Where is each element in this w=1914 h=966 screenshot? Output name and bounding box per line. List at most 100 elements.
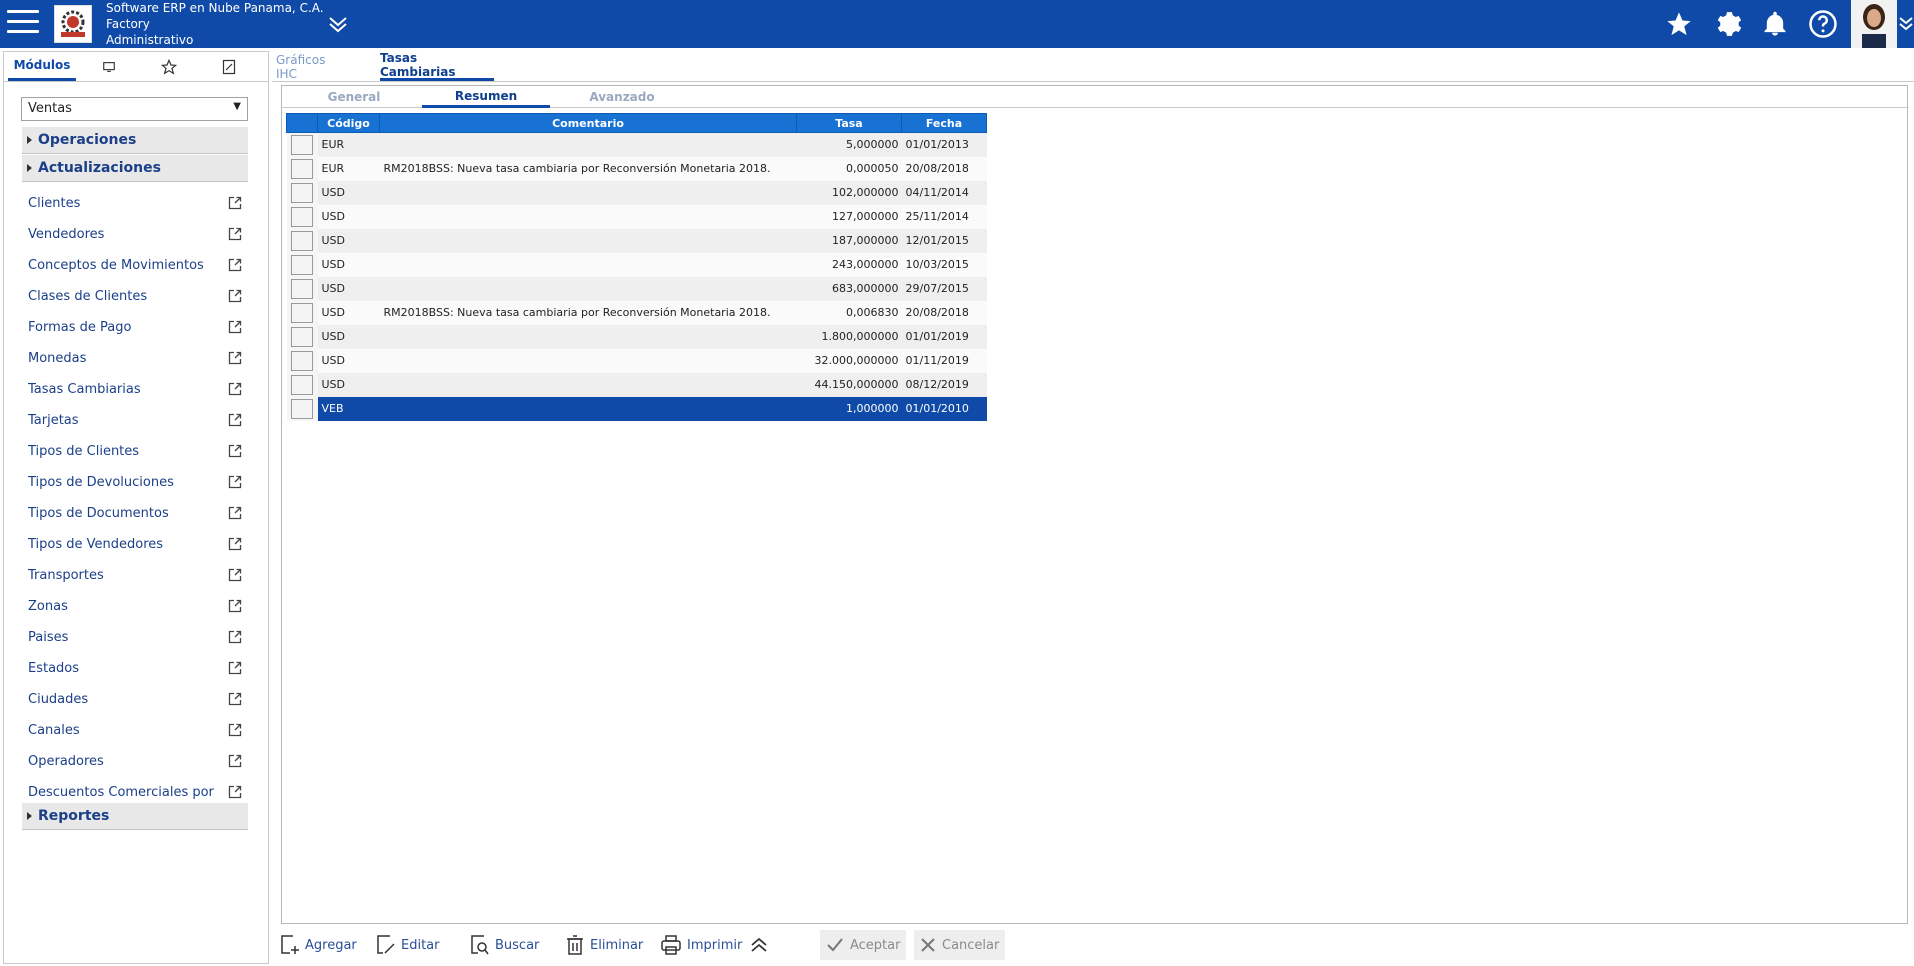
favorites-star-icon[interactable] [1663,8,1695,40]
sidebar-item[interactable]: Formas de Pago [28,316,248,338]
row-select-cell[interactable] [286,372,318,397]
sidebar-item[interactable]: Canales [28,719,248,741]
open-external-icon[interactable] [228,444,242,458]
subtab-general[interactable]: General [322,86,386,108]
sidebar-item[interactable]: Paises [28,626,248,648]
table-row[interactable]: USD 1.800,000000 01/01/2019 [286,324,987,349]
sidebar-item[interactable]: Tipos de Devoluciones [28,471,248,493]
row-checkbox[interactable] [291,398,313,419]
row-checkbox[interactable] [291,206,313,227]
row-checkbox[interactable] [291,302,313,323]
row-select-cell[interactable] [286,396,318,421]
sidebar-item[interactable]: Tipos de Vendedores [28,533,248,555]
open-external-icon[interactable] [228,196,242,210]
sidebar-item[interactable]: Transportes [28,564,248,586]
sidebar-item[interactable]: Tarjetas [28,409,248,431]
row-select-cell[interactable] [286,156,318,181]
open-external-icon[interactable] [228,537,242,551]
row-select-cell[interactable] [286,252,318,277]
sidebar-item[interactable]: Tipos de Documentos [28,502,248,524]
sidebar-item[interactable]: Conceptos de Movimientos [28,254,248,276]
subtab-avanzado[interactable]: Avanzado [582,86,662,108]
sidebar-item[interactable]: Tipos de Clientes [28,440,248,462]
expand-header-chevron-icon[interactable] [326,12,350,36]
column-header-codigo[interactable]: Código [317,113,380,133]
sidebar-item[interactable]: Clases de Clientes [28,285,248,307]
row-select-cell[interactable] [286,276,318,301]
tab-modulos[interactable]: Módulos [8,52,76,81]
table-row[interactable]: EUR 5,000000 01/01/2013 [286,132,987,157]
row-checkbox[interactable] [291,278,313,299]
row-select-cell[interactable] [286,300,318,325]
table-row[interactable]: USD 32.000,000000 01/11/2019 [286,348,987,373]
open-external-icon[interactable] [228,599,242,613]
sidebar-item[interactable]: Tasas Cambiarias [28,378,248,400]
sidebar-item[interactable]: Vendedores [28,223,248,245]
open-external-icon[interactable] [228,754,242,768]
tab-graficos-ihc[interactable]: Gráficos IHC [276,52,348,81]
sidebar-item[interactable]: Zonas [28,595,248,617]
row-checkbox[interactable] [291,158,313,179]
open-external-icon[interactable] [228,382,242,396]
settings-gear-icon[interactable] [1711,8,1743,40]
row-checkbox[interactable] [291,134,313,155]
help-question-icon[interactable] [1807,8,1839,40]
subtab-resumen[interactable]: Resumen [422,86,550,108]
open-external-icon[interactable] [228,413,242,427]
collapse-toolbar-chevron-icon[interactable] [749,930,775,960]
row-checkbox[interactable] [291,254,313,275]
group-reportes[interactable]: Reportes [22,803,248,830]
open-external-icon[interactable] [228,227,242,241]
sidebar-item[interactable]: Clientes [28,192,248,214]
tab-monitor[interactable] [94,52,124,81]
open-external-icon[interactable] [228,320,242,334]
group-actualizaciones[interactable]: Actualizaciones [22,155,248,182]
select-all-header[interactable] [286,113,318,133]
editar-button[interactable]: Editar [377,930,440,960]
row-checkbox[interactable] [291,350,313,371]
sidebar-item[interactable]: Ciudades [28,688,248,710]
open-external-icon[interactable] [228,785,242,799]
table-row[interactable]: EUR RM2018BSS: Nueva tasa cambiaria por R… [286,156,987,181]
hamburger-menu-icon[interactable] [7,10,39,38]
row-select-cell[interactable] [286,132,318,157]
row-checkbox[interactable] [291,182,313,203]
tab-tasas-cambiarias[interactable]: Tasas Cambiarias [380,51,494,81]
open-external-icon[interactable] [228,568,242,582]
table-row[interactable]: USD 102,000000 04/11/2014 [286,180,987,205]
column-header-comentario[interactable]: Comentario [379,113,797,133]
row-checkbox[interactable] [291,374,313,395]
open-external-icon[interactable] [228,258,242,272]
row-select-cell[interactable] [286,324,318,349]
table-row[interactable]: VEB 1,000000 01/01/2010 [286,396,987,421]
open-external-icon[interactable] [228,351,242,365]
agregar-button[interactable]: Agregar [281,930,357,960]
sidebar-item[interactable]: Estados [28,657,248,679]
table-row[interactable]: USD 243,000000 10/03/2015 [286,252,987,277]
open-external-icon[interactable] [228,506,242,520]
column-header-tasa[interactable]: Tasa [796,113,902,133]
open-external-icon[interactable] [228,630,242,644]
user-avatar[interactable] [1851,0,1897,48]
table-row[interactable]: USD RM2018BSS: Nueva tasa cambiaria por R… [286,300,987,325]
eliminar-button[interactable]: Eliminar [566,930,643,960]
notifications-bell-icon[interactable] [1759,8,1791,40]
open-external-icon[interactable] [228,289,242,303]
table-row[interactable]: USD 127,000000 25/11/2014 [286,204,987,229]
buscar-button[interactable]: Buscar [471,930,539,960]
open-external-icon[interactable] [228,723,242,737]
sidebar-item[interactable]: Monedas [28,347,248,369]
sidebar-item[interactable]: Descuentos Comerciales por Cliente [28,781,248,803]
cancelar-button[interactable]: Cancelar [914,930,1006,960]
row-checkbox[interactable] [291,326,313,347]
row-select-cell[interactable] [286,204,318,229]
row-select-cell[interactable] [286,348,318,373]
table-row[interactable]: USD 44.150,000000 08/12/2019 [286,372,987,397]
table-row[interactable]: USD 187,000000 12/01/2015 [286,228,987,253]
column-header-fecha[interactable]: Fecha [901,113,987,133]
open-external-icon[interactable] [228,692,242,706]
row-select-cell[interactable] [286,228,318,253]
tab-documents[interactable] [214,52,244,81]
table-row[interactable]: USD 683,000000 29/07/2015 [286,276,987,301]
open-external-icon[interactable] [228,475,242,489]
